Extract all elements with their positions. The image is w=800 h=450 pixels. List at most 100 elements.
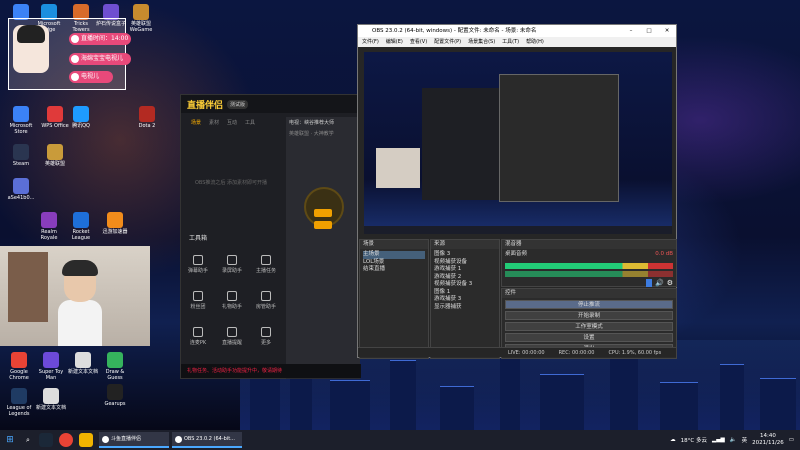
menu-scene-collection[interactable]: 场景集合(S) (468, 37, 495, 47)
desktop-icon[interactable]: 新建文本文档 (68, 352, 98, 375)
desktop-icon[interactable]: Rocket League (66, 212, 96, 241)
desktop-icon[interactable]: Realm Royale (34, 212, 64, 241)
source-item[interactable]: 游戏捕获 3 (434, 296, 496, 304)
search-icon[interactable]: ⌕ (20, 436, 36, 445)
mixer-db: 0.0 dB (655, 251, 673, 257)
source-item[interactable]: 视频捕获设备 3 (434, 281, 496, 289)
app-icon (139, 106, 155, 122)
overlay-time-pill: 直播时间：14:00 (69, 33, 131, 45)
chrome-taskbar-icon[interactable] (59, 433, 73, 447)
windows-start-icon[interactable]: ⊞ (0, 435, 20, 445)
task-companion[interactable]: 斗鱼直播伴侣 (99, 432, 169, 448)
volume-icon[interactable]: 🔈 (730, 437, 737, 443)
tool-item[interactable]: 更多 (255, 327, 277, 346)
desktop-icon[interactable]: Draw & Guess (100, 352, 130, 381)
toolbox-title: 工具箱 (189, 235, 208, 242)
desktop-icon[interactable]: 新建文本文档 (36, 388, 66, 411)
desktop-icon[interactable]: Google Chrome (4, 352, 34, 381)
app-icon (13, 144, 29, 160)
menu-file[interactable]: 文件(F) (362, 37, 379, 47)
source-item[interactable]: 游戏捕获 2 (434, 274, 496, 282)
close-icon[interactable]: ✕ (658, 25, 676, 37)
volume-slider[interactable] (646, 278, 652, 287)
desktop-icon[interactable]: Gearups (100, 384, 130, 407)
background-shelf (8, 252, 48, 322)
obs-preview[interactable] (364, 52, 672, 234)
tool-icon (261, 327, 271, 337)
tab-material[interactable]: 素材 (209, 119, 219, 126)
menu-edit[interactable]: 编辑(E) (386, 37, 403, 47)
network-icon[interactable]: ▂▄▆ (712, 437, 725, 443)
tab-scene[interactable]: 场景 (191, 119, 201, 126)
tool-item[interactable]: 连麦PK (187, 327, 209, 346)
stop-streaming-button[interactable]: 停止推流 (505, 300, 673, 309)
weather-icon[interactable]: ☁ (670, 437, 676, 443)
desktop-icon[interactable]: Dota 2 (132, 106, 162, 129)
app-icon (43, 352, 59, 368)
clock-date: 2021/11/26 (752, 440, 784, 446)
stream-info-panel: 电视：峡谷推荐大师 英雄联盟 · 大神教学 (286, 117, 360, 379)
menu-tools[interactable]: 工具(T) (502, 37, 519, 47)
tool-item[interactable]: 礼物助手 (221, 291, 243, 310)
minimize-icon[interactable]: – (622, 25, 640, 37)
maximize-icon[interactable]: □ (640, 25, 658, 37)
streamer (58, 260, 102, 346)
tool-item[interactable]: 主播任务 (255, 255, 277, 274)
desktop-icon[interactable]: Microsoft Store (6, 106, 36, 135)
task-obs[interactable]: OBS 23.0.2 (64-bit... (172, 432, 242, 448)
folder-taskbar-icon[interactable] (79, 433, 93, 447)
start-recording-button[interactable]: 开始录制 (505, 311, 673, 320)
gear-icon[interactable]: ⚙ (667, 279, 673, 287)
source-item[interactable]: 游戏捕获 1 (434, 266, 496, 274)
system-tray: ☁ 18°C 多云 ▂▄▆ 🔈 英 14:40 2021/11/26 ▭ (670, 430, 794, 450)
version-badge: 测试版 (227, 99, 249, 109)
source-item[interactable]: 图像 3 (434, 251, 496, 259)
desktop-icon[interactable]: Steam (6, 144, 36, 167)
desktop-icon[interactable]: League of Legends (4, 388, 34, 417)
tool-item[interactable]: 录屏助手 (221, 255, 243, 274)
menu-view[interactable]: 查看(V) (410, 37, 427, 47)
menu-help[interactable]: 帮助(H) (526, 37, 544, 47)
notification-icon[interactable]: ▭ (789, 437, 794, 443)
volume-meter (505, 270, 673, 277)
menu-profile[interactable]: 配置文件(P) (434, 37, 461, 47)
scene-item[interactable]: LOL场景 (363, 259, 425, 267)
speaker-icon[interactable]: 🔊 (655, 279, 664, 287)
tool-item[interactable]: 弹幕助手 (187, 255, 209, 274)
stop-button[interactable] (314, 221, 332, 229)
desktop-icon[interactable]: 迅游加速器 (100, 212, 130, 235)
start-live-button[interactable] (314, 209, 332, 217)
empty-hint: OBS推流之后 添加素材即可开播 (194, 180, 268, 186)
studio-mode-button[interactable]: 工作室模式 (505, 322, 673, 331)
clock[interactable]: 14:40 2021/11/26 (752, 433, 784, 447)
desktop-icon[interactable]: 腾讯QQ (66, 106, 96, 129)
steam-taskbar-icon[interactable] (39, 433, 53, 447)
ime-indicator[interactable]: 英 (742, 436, 748, 444)
preview-obs-window (499, 74, 619, 202)
tool-item[interactable]: 房管助手 (255, 291, 277, 310)
source-item[interactable]: 显示器捕获 (434, 304, 496, 312)
app-icon (107, 352, 123, 368)
obs-statusbar: LIVE: 00:00:00 REC: 00:00:00 CPU: 1.9%, … (358, 347, 676, 357)
tool-item[interactable]: 直播提醒 (221, 327, 243, 346)
desktop-icon[interactable]: aSe41b0... (6, 178, 36, 201)
room-category: 英雄联盟 · 大神教学 (289, 131, 334, 137)
live-companion-window: 直播伴侣 测试版 场景 素材 互动 工具 OBS推流之后 添加素材即可开播 工具… (180, 94, 361, 379)
tab-tools[interactable]: 工具 (245, 119, 255, 126)
app-icon (11, 388, 27, 404)
weather-text[interactable]: 18°C 多云 (681, 436, 707, 444)
tool-item[interactable]: 粉丝团 (187, 291, 209, 310)
source-item[interactable]: 视频捕获设备 (434, 259, 496, 267)
scene-item[interactable]: 结束直播 (363, 266, 425, 274)
source-item[interactable]: 图像 1 (434, 289, 496, 297)
tool-icon (261, 255, 271, 265)
webcam-overlay (0, 246, 150, 346)
desktop-icon[interactable]: Super Toy Man (36, 352, 66, 381)
desktop-icon[interactable]: 英雄联盟 WeGame (126, 4, 156, 33)
status-bar: 礼物任务、活动助手功能提升中，敬请期待 (181, 364, 361, 378)
settings-button[interactable]: 设置 (505, 333, 673, 342)
scene-item[interactable]: 主场景 (363, 251, 425, 259)
tab-interact[interactable]: 互动 (227, 119, 237, 126)
desktop-icon[interactable]: 英雄联盟 (40, 144, 70, 167)
controls-header: 控件 (502, 289, 676, 298)
